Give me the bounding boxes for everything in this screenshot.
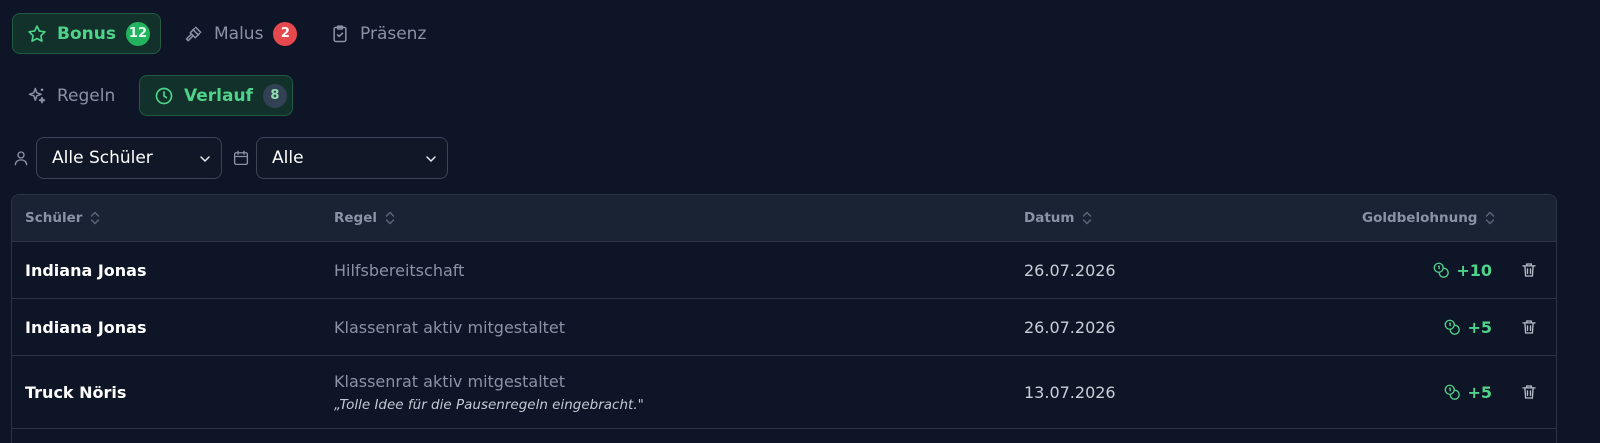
row-rule: Klassenrat aktiv mitgestaltet <box>334 317 566 337</box>
student-filter-value: Alle Schüler <box>52 148 153 168</box>
trash-icon <box>1520 383 1538 401</box>
gavel-icon <box>184 24 204 44</box>
bonus-history-page: Bonus 12 Malus 2 Präsenz Regeln Verlauf … <box>0 0 1600 443</box>
date-filter-value: Alle <box>272 148 304 168</box>
delete-button[interactable] <box>1520 299 1538 355</box>
row-gold-value: +5 <box>1467 382 1492 402</box>
calendar-icon <box>232 149 250 167</box>
coins-icon <box>1443 383 1461 401</box>
column-header-label: Goldbelohnung <box>1362 210 1478 226</box>
table-row[interactable]: Truck Nöris Klassenrat aktiv mitgestalte… <box>12 356 1556 429</box>
star-icon <box>27 24 47 44</box>
sort-icon <box>89 211 101 225</box>
chevron-down-icon <box>423 151 439 167</box>
tab-regeln-label: Regeln <box>57 85 116 106</box>
trash-icon <box>1520 261 1538 279</box>
row-gold-value: +10 <box>1456 260 1492 280</box>
delete-button[interactable] <box>1520 356 1538 428</box>
coins-icon <box>1432 261 1450 279</box>
sub-tabs: Regeln Verlauf 8 <box>12 75 293 116</box>
tab-praesenz-label: Präsenz <box>360 23 427 44</box>
row-gold: +5 <box>1443 299 1492 355</box>
main-tabs: Bonus 12 Malus 2 Präsenz <box>12 13 439 54</box>
tab-regeln[interactable]: Regeln <box>12 75 127 116</box>
table-header: Schüler Regel Datum Goldbelohnung <box>12 195 1556 242</box>
column-header-label: Schüler <box>25 210 83 226</box>
column-header-rule[interactable]: Regel <box>334 195 396 241</box>
filter-bar: Alle Schüler Alle <box>12 137 448 179</box>
tab-bonus[interactable]: Bonus 12 <box>12 13 161 54</box>
tab-malus-count: 2 <box>273 21 298 46</box>
clipboard-check-icon <box>330 24 350 44</box>
tab-malus-label: Malus <box>214 23 264 44</box>
sparkles-icon <box>27 86 47 106</box>
tab-praesenz[interactable]: Präsenz <box>315 13 439 54</box>
row-student: Truck Nöris <box>25 382 127 402</box>
student-filter-select[interactable]: Alle Schüler <box>36 137 222 179</box>
user-icon <box>12 149 30 167</box>
table-row[interactable]: Indiana Jonas Hilfsbereitschaft 26.07.20… <box>12 242 1556 299</box>
coins-icon <box>1443 318 1461 336</box>
row-date: 13.07.2026 <box>1024 382 1116 402</box>
sort-icon <box>1081 211 1093 225</box>
tab-bonus-label: Bonus <box>57 23 116 44</box>
history-table: Schüler Regel Datum Goldbelohnung Indian… <box>11 194 1557 443</box>
row-student: Indiana Jonas <box>25 260 147 280</box>
column-header-gold[interactable]: Goldbelohnung <box>1362 195 1496 241</box>
row-note: „Tolle Idee für die Pausenregeln eingebr… <box>334 396 644 413</box>
row-rule: Hilfsbereitschaft <box>334 260 465 280</box>
sort-icon <box>1484 211 1496 225</box>
sort-icon <box>384 211 396 225</box>
delete-button[interactable] <box>1520 242 1538 298</box>
table-row[interactable]: Indiana Jonas Klassenrat aktiv mitgestal… <box>12 299 1556 356</box>
column-header-label: Regel <box>334 210 377 226</box>
row-date: 26.07.2026 <box>1024 317 1116 337</box>
tab-malus[interactable]: Malus 2 <box>169 13 307 54</box>
column-header-date[interactable]: Datum <box>1024 195 1093 241</box>
tab-verlauf-count: 8 <box>262 83 287 108</box>
trash-icon <box>1520 318 1538 336</box>
row-gold: +5 <box>1443 356 1492 428</box>
tab-verlauf[interactable]: Verlauf 8 <box>139 75 293 116</box>
row-student: Indiana Jonas <box>25 317 147 337</box>
column-header-student[interactable]: Schüler <box>25 195 101 241</box>
row-gold-value: +5 <box>1467 317 1492 337</box>
row-gold: +10 <box>1432 242 1492 298</box>
clock-icon <box>154 86 174 106</box>
chevron-down-icon <box>197 151 213 167</box>
row-rule-group: Klassenrat aktiv mitgestaltet „Tolle Ide… <box>334 356 644 428</box>
date-filter-select[interactable]: Alle <box>256 137 448 179</box>
tab-verlauf-label: Verlauf <box>184 85 253 106</box>
row-date: 26.07.2026 <box>1024 260 1116 280</box>
column-header-label: Datum <box>1024 210 1075 226</box>
row-rule: Klassenrat aktiv mitgestaltet <box>334 371 566 391</box>
tab-bonus-count: 12 <box>125 21 150 46</box>
